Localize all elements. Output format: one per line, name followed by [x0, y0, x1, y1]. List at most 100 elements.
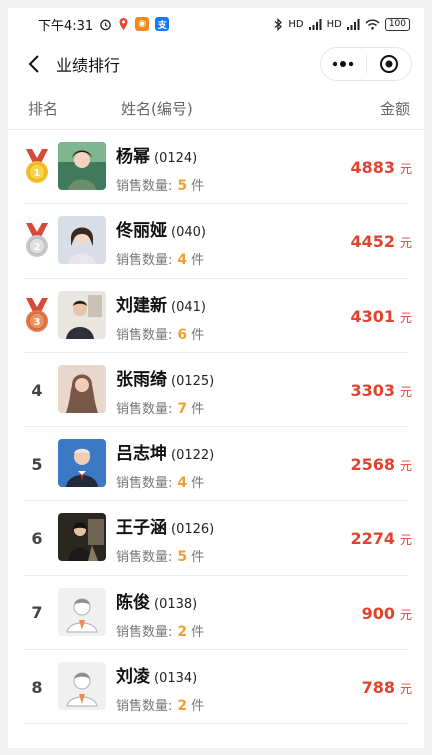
- signal-2-label: HD: [326, 18, 342, 30]
- nav-bar: 业绩排行: [8, 40, 424, 88]
- rank-cell: 1: [22, 147, 52, 187]
- rank-row[interactable]: 6 王子涵 (0126) 销售数量: 5 件 2274 元: [8, 501, 424, 577]
- currency-unit: 元: [399, 384, 412, 399]
- back-button[interactable]: [22, 52, 46, 76]
- sales-label: 销售数量:: [116, 327, 173, 343]
- header-amount: 金额: [379, 100, 410, 118]
- rank-cell: 2: [22, 221, 52, 261]
- header-rank: 排名: [28, 100, 59, 118]
- currency-unit: 元: [399, 607, 412, 622]
- rank-row[interactable]: 1 杨幂 (0124) 销售数量: 5 件 4883 元: [8, 130, 424, 205]
- svg-text:3: 3: [34, 317, 41, 328]
- default-avatar-icon: [58, 662, 106, 711]
- rank-row[interactable]: 2 佟丽娅 (040) 销售数量: 4 件 4452 元: [8, 204, 424, 279]
- currency-unit: 元: [399, 459, 412, 474]
- avatar: [58, 439, 106, 488]
- status-bar: 下午4:31 ◉ 支 HD HD 100: [8, 8, 424, 40]
- member-name: 陈俊: [116, 592, 150, 613]
- rank-row[interactable]: 8 刘凌 (0134) 销售数量: 2 件 788 元: [8, 650, 424, 725]
- currency-unit: 元: [399, 533, 412, 548]
- sales-quantity: 6: [177, 326, 188, 343]
- sales-quantity: 2: [177, 623, 188, 640]
- sales-label: 销售数量:: [116, 699, 173, 715]
- sales-amount: 4452: [350, 232, 395, 252]
- member-name: 佟丽娅: [116, 221, 167, 242]
- member-name: 刘建新: [116, 295, 167, 316]
- sales-quantity: 5: [177, 549, 188, 566]
- currency-unit: 元: [399, 682, 412, 697]
- sales-unit: 件: [191, 699, 205, 715]
- gold-medal-icon: 1: [26, 149, 48, 184]
- rank-row[interactable]: 4 张雨绮 (0125) 销售数量: 7 件 3303 元: [8, 353, 424, 428]
- signal-1-label: HD: [288, 18, 304, 30]
- rank-row[interactable]: 7 陈俊 (0138) 销售数量: 2 件 900 元: [8, 576, 424, 651]
- member-name: 杨幂: [116, 147, 150, 167]
- svg-text:1: 1: [34, 168, 41, 179]
- status-time: 下午4:31: [38, 18, 94, 34]
- sales-unit: 件: [191, 401, 205, 417]
- rank-cell: 3: [22, 296, 52, 336]
- member-code: (0124): [154, 151, 198, 166]
- avatar: [58, 364, 106, 413]
- currency-unit: 元: [399, 236, 412, 251]
- app-shop-icon: ◉: [135, 17, 150, 31]
- member-code: (0126): [171, 522, 215, 538]
- miniprogram-capsule: [320, 47, 412, 81]
- svg-text:2: 2: [34, 242, 41, 253]
- rank-number: 7: [31, 603, 43, 623]
- alarm-icon: [99, 18, 112, 31]
- sales-label: 销售数量:: [116, 624, 173, 640]
- location-pin-icon: [118, 17, 129, 31]
- member-name: 张雨绮: [116, 369, 167, 390]
- rank-number: 5: [31, 454, 43, 474]
- avatar: [58, 290, 106, 339]
- phone-screen: 下午4:31 ◉ 支 HD HD 100 业绩排行 排名 姓名(编号) 金额 1…: [8, 8, 424, 748]
- sales-quantity: 5: [177, 178, 188, 194]
- wifi-icon: [365, 19, 380, 30]
- currency-unit: 元: [399, 162, 412, 176]
- bluetooth-icon: [274, 17, 283, 31]
- alipay-icon: 支: [155, 17, 170, 31]
- member-name: 吕志坤: [116, 444, 167, 465]
- sales-unit: 件: [191, 476, 205, 492]
- member-code: (0125): [171, 373, 215, 389]
- sales-amount: 4883: [350, 158, 395, 177]
- sales-unit: 件: [191, 253, 205, 269]
- sales-unit: 件: [191, 327, 205, 343]
- rank-number: 6: [31, 529, 43, 549]
- page-title: 业绩排行: [56, 56, 121, 75]
- sales-amount: 3303: [350, 380, 395, 400]
- avatar: [58, 216, 106, 265]
- sales-amount: 788: [361, 678, 395, 698]
- default-avatar-icon: [58, 587, 106, 636]
- sales-amount: 2568: [350, 455, 395, 475]
- sales-label: 销售数量:: [116, 401, 173, 417]
- rank-row[interactable]: 5 吕志坤 (0122) 销售数量: 4 件 2568 元: [8, 427, 424, 502]
- silver-medal-icon: 2: [26, 223, 48, 258]
- sales-unit: 件: [191, 550, 205, 566]
- battery-indicator: 100: [384, 17, 410, 31]
- sales-label: 销售数量:: [116, 476, 173, 492]
- sales-label: 销售数量:: [116, 253, 173, 269]
- sales-unit: 件: [191, 179, 205, 194]
- sales-amount: 900: [361, 603, 395, 623]
- signal-2-icon: [346, 18, 360, 30]
- avatar: [58, 142, 106, 190]
- sales-amount: 2274: [350, 529, 395, 549]
- close-miniprogram-button[interactable]: [367, 48, 412, 80]
- sales-amount: 4301: [350, 306, 395, 326]
- rank-row[interactable]: 3 刘建新 (041) 销售数量: 6 件 4301 元: [8, 279, 424, 354]
- signal-1-icon: [308, 18, 322, 30]
- sales-quantity: 2: [177, 698, 188, 715]
- sales-unit: 件: [191, 624, 205, 640]
- more-button[interactable]: [321, 48, 366, 80]
- rank-number: 4: [31, 380, 43, 400]
- list-header: 排名 姓名(编号) 金额: [8, 88, 424, 130]
- member-name: 刘凌: [116, 667, 150, 688]
- sales-label: 销售数量:: [116, 179, 173, 194]
- member-code: (041): [171, 299, 206, 315]
- rank-number: 8: [31, 677, 43, 697]
- avatar: [58, 513, 106, 562]
- member-code: (0138): [154, 596, 198, 612]
- member-code: (0134): [154, 671, 198, 687]
